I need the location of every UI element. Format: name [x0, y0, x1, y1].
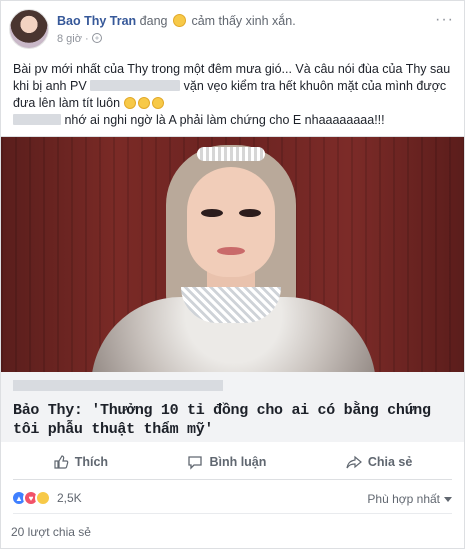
redacted-text	[13, 114, 61, 125]
facebook-post: Bao Thy Tran đang cảm thấy xinh xắn. 8 g…	[0, 0, 465, 549]
post-text-fragment: nhớ ai nghi ngờ là A phải làm chứng cho …	[64, 113, 385, 127]
more-options-icon[interactable]: ···	[435, 11, 454, 29]
link-preview-title[interactable]: Bảo Thy: 'Thưởng 10 tỉ đồng cho ai có bằ…	[13, 401, 452, 439]
author-avatar[interactable]	[9, 9, 49, 49]
post-text-fragment: vặn vẹo kiểm tra hết khuôn mặt của mình …	[183, 79, 447, 93]
chevron-down-icon	[444, 497, 452, 502]
feeling-text: cảm thấy xinh xắn.	[191, 14, 296, 28]
post-header: Bao Thy Tran đang cảm thấy xinh xắn. 8 g…	[9, 9, 456, 49]
share-label: Chia sẻ	[367, 455, 413, 469]
share-arrow-icon	[346, 455, 362, 469]
author-line: Bao Thy Tran đang cảm thấy xinh xắn.	[57, 13, 296, 29]
post-meta: 8 giờ ·	[57, 33, 102, 45]
post-text-line: khi bị anh PV vặn vẹo kiểm tra hết khuôn…	[13, 78, 453, 95]
like-label: Thích	[74, 455, 109, 469]
comment-label: Bình luận	[209, 455, 267, 469]
post-text-line: nhớ ai nghi ngờ là A phải làm chứng cho …	[13, 112, 453, 129]
post-text-line: đưa lên làm tít luôn	[13, 95, 453, 112]
divider	[13, 479, 452, 480]
share-count[interactable]: 20 lượt chia sẻ	[11, 525, 91, 539]
link-preview-caption[interactable]: Bảo Thy: 'Thưởng 10 tỉ đồng cho ai có bằ…	[1, 372, 464, 442]
globe-icon	[91, 33, 102, 43]
link-preview[interactable]: Bảo Thy: 'Thưởng 10 tỉ đồng cho ai có bằ…	[1, 136, 464, 442]
post-timestamp[interactable]: 8 giờ	[57, 33, 82, 45]
laughing-emoji-icon	[151, 97, 164, 109]
share-button[interactable]: Chia sẻ	[346, 454, 412, 470]
comment-sort-dropdown[interactable]: Phù hợp nhất	[367, 492, 452, 506]
redacted-text	[90, 80, 181, 91]
feeling-emoji-icon	[172, 14, 186, 27]
author-name[interactable]: Bao Thy Tran	[57, 14, 136, 28]
post-text-line: Bài pv mới nhất của Thy trong một đêm mư…	[13, 62, 451, 76]
thumbs-up-icon	[54, 455, 69, 469]
comment-icon	[188, 456, 203, 470]
reaction-count[interactable]: 2,5K	[57, 491, 82, 505]
laughing-emoji-icon	[137, 97, 150, 109]
laughing-emoji-icon	[123, 97, 136, 109]
feeling-prefix: đang	[139, 14, 168, 28]
haha-reaction-icon	[35, 490, 51, 506]
redacted-domain	[13, 380, 223, 391]
sort-label: Phù hợp nhất	[367, 492, 440, 506]
like-button[interactable]: Thích	[53, 454, 108, 470]
post-text-fragment: đưa lên làm tít luôn	[13, 96, 121, 110]
comment-button[interactable]: Bình luận	[187, 454, 266, 470]
post-actions: Thích Bình luận Chia sẻ	[13, 447, 452, 477]
divider	[13, 513, 452, 514]
post-text: Bài pv mới nhất của Thy trong một đêm mư…	[13, 61, 453, 129]
link-preview-photo[interactable]	[1, 137, 464, 372]
post-text-fragment: khi bị anh PV	[13, 79, 87, 93]
reaction-summary[interactable]: ▲ ♥ 2,5K	[11, 490, 82, 506]
